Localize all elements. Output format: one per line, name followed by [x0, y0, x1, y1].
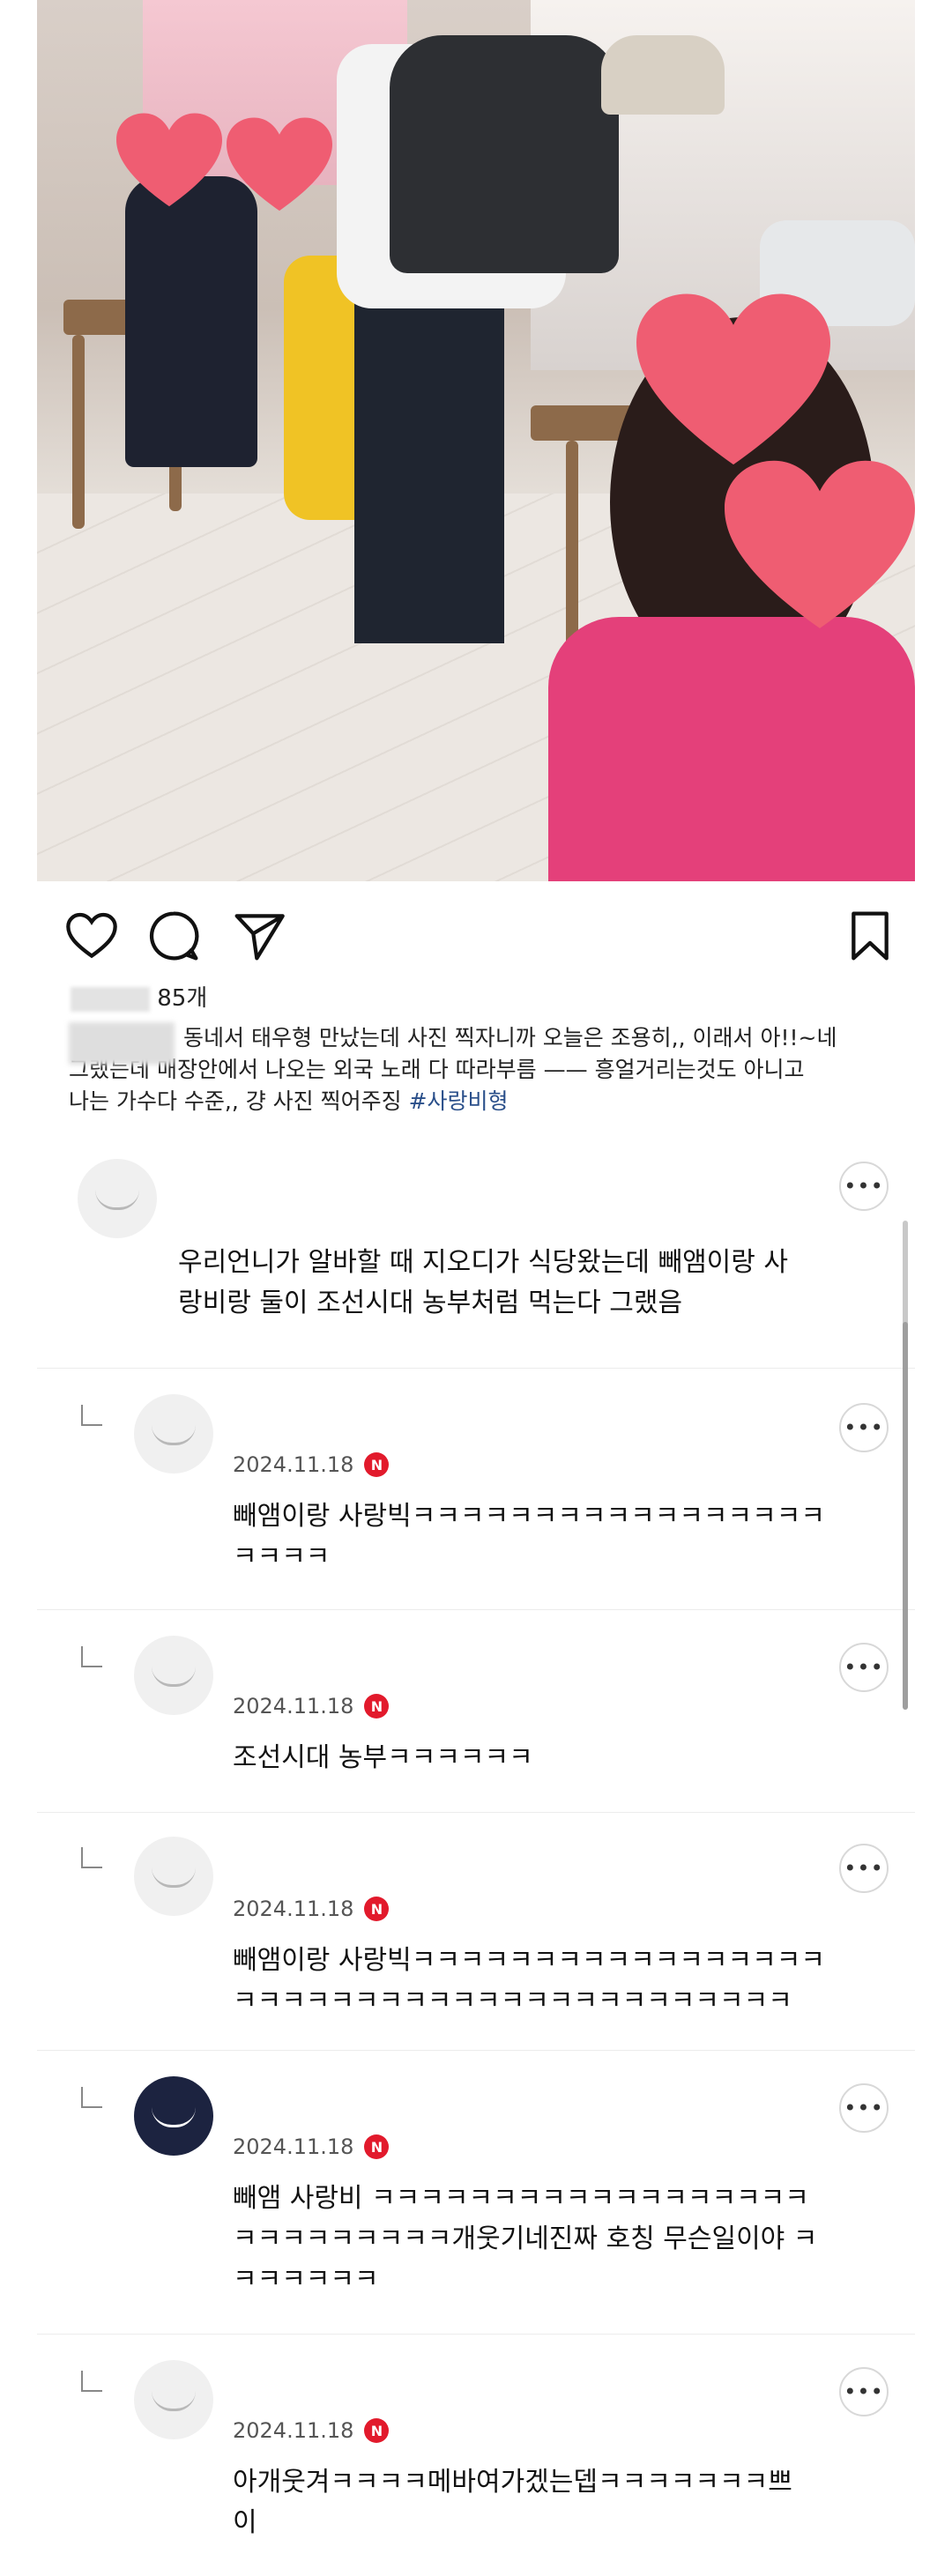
avatar[interactable]	[134, 2076, 213, 2156]
caption-line: 그랬는데 매장안에서 나오는 외국 노래 다 따라부름 —— 흥얼거리는것도 아…	[69, 1057, 805, 1082]
likes-suffix: 85개	[157, 985, 208, 1012]
post-action-bar	[0, 908, 952, 969]
heart-outline-icon[interactable]	[63, 908, 120, 964]
comment-date: 2024.11.18 N	[233, 2418, 390, 2443]
new-badge: N	[364, 1452, 390, 1477]
avatar[interactable]	[134, 1837, 213, 1916]
blurred-username	[69, 1022, 175, 1065]
avatar[interactable]	[134, 2360, 213, 2439]
cap	[601, 35, 725, 115]
comment-item: ••• 2024.11.18 N 조선시대 농부ㅋㅋㅋㅋㅋㅋ	[37, 1609, 915, 1813]
post-caption: 동네서 태우형 만났는데 사진 찍자니까 오늘은 조용히,, 이래서 아!!~네…	[69, 1022, 906, 1117]
comment-item: ••• 2024.11.18 N 빼앰이랑 사랑빅ㅋㅋㅋㅋㅋㅋㅋㅋㅋㅋㅋㅋㅋㅋㅋㅋ…	[37, 1368, 915, 1610]
more-options-button[interactable]: •••	[839, 1162, 889, 1211]
send-icon[interactable]	[231, 908, 287, 964]
caption-line: 나는 가수다 수준,, 걍 사진 찍어주징	[69, 1088, 402, 1114]
avatar[interactable]	[78, 1159, 157, 1238]
blurred-name	[71, 986, 150, 1012]
comment-text: 우리언니가 알바할 때 지오디가 식당왔는데 빼앰이랑 사 랑비랑 둘이 조선시…	[178, 1247, 789, 1318]
avatar[interactable]	[134, 1394, 213, 1474]
scrollbar-thumb[interactable]	[903, 1322, 908, 1710]
man-vest	[390, 35, 619, 273]
reply-indicator	[81, 1847, 102, 1868]
comment-date: 2024.11.18 N	[233, 1694, 390, 1719]
comment-text: 아개웃겨ㅋㅋㅋㅋ메바여가겠는뎁ㅋㅋㅋㅋㅋㅋㅋ쁘 이	[233, 2467, 792, 2538]
comment-date: 2024.11.18 N	[233, 1452, 390, 1477]
comment-item: ••• 2024.11.18 N 아개웃겨ㅋㅋㅋㅋ메바여가겠는뎁ㅋㅋㅋㅋㅋㅋㅋ쁘 …	[37, 2334, 915, 2576]
bookmark-icon[interactable]	[842, 908, 898, 964]
seated-person	[125, 176, 257, 467]
comment-date: 2024.11.18 N	[233, 1897, 390, 1921]
more-options-button[interactable]: •••	[839, 1403, 889, 1452]
hashtag-link[interactable]: #사랑비형	[409, 1088, 509, 1114]
comment-text: 빼앰 사랑비 ㅋㅋㅋㅋㅋㅋㅋㅋㅋㅋㅋㅋㅋㅋㅋㅋㅋㅋ ㅋㅋㅋㅋㅋㅋㅋㅋㅋ개웃기네진…	[233, 2183, 818, 2295]
comment-item: ••• 우리언니가 알바할 때 지오디가 식당왔는데 빼앰이랑 사 랑비랑 둘이…	[37, 1137, 915, 1369]
comment-date: 2024.11.18 N	[233, 2134, 390, 2159]
more-options-button[interactable]: •••	[839, 2083, 889, 2133]
likes-count[interactable]: 85개	[71, 980, 207, 1013]
new-badge: N	[364, 1694, 390, 1719]
avatar[interactable]	[134, 1636, 213, 1715]
more-options-button[interactable]: •••	[839, 1844, 889, 1893]
heart-sticker-icon	[116, 113, 222, 207]
new-badge: N	[364, 2418, 390, 2443]
more-options-button[interactable]: •••	[839, 2367, 889, 2416]
reply-indicator	[81, 1646, 102, 1667]
new-badge: N	[364, 1897, 390, 1921]
heart-sticker-icon	[725, 460, 915, 628]
comment-item: ••• 2024.11.18 N 빼앰 사랑비 ㅋㅋㅋㅋㅋㅋㅋㅋㅋㅋㅋㅋㅋㅋㅋㅋㅋ…	[37, 2050, 915, 2335]
reply-indicator	[81, 1405, 102, 1426]
comment-item: ••• 2024.11.18 N 빼앰이랑 사랑빅ㅋㅋㅋㅋㅋㅋㅋㅋㅋㅋㅋㅋㅋㅋㅋㅋ…	[37, 1812, 915, 2051]
comment-text: 빼앰이랑 사랑빅ㅋㅋㅋㅋㅋㅋㅋㅋㅋㅋㅋㅋㅋㅋㅋㅋㅋ ㅋㅋㅋㅋㅋㅋㅋㅋㅋㅋㅋㅋㅋㅋ…	[233, 1945, 825, 2016]
heart-sticker-icon	[227, 117, 332, 212]
man-legs	[354, 291, 504, 643]
chair-leg	[72, 335, 85, 529]
comment-text: 빼앰이랑 사랑빅ㅋㅋㅋㅋㅋㅋㅋㅋㅋㅋㅋㅋㅋㅋㅋㅋㅋ ㅋㅋㅋㅋ	[233, 1501, 825, 1572]
post-photo[interactable]	[37, 0, 915, 881]
comment-text: 조선시대 농부ㅋㅋㅋㅋㅋㅋ	[233, 1742, 533, 1773]
comment-bubble-icon[interactable]	[145, 908, 202, 964]
reply-indicator	[81, 2371, 102, 2392]
more-options-button[interactable]: •••	[839, 1643, 889, 1692]
heart-sticker-icon	[636, 293, 830, 465]
reply-indicator	[81, 2087, 102, 2108]
new-badge: N	[364, 2134, 390, 2159]
caption-line: 동네서 태우형 만났는데 사진 찍자니까 오늘은 조용히,, 이래서 아!!~네	[183, 1025, 837, 1050]
pink-coat	[548, 617, 915, 881]
